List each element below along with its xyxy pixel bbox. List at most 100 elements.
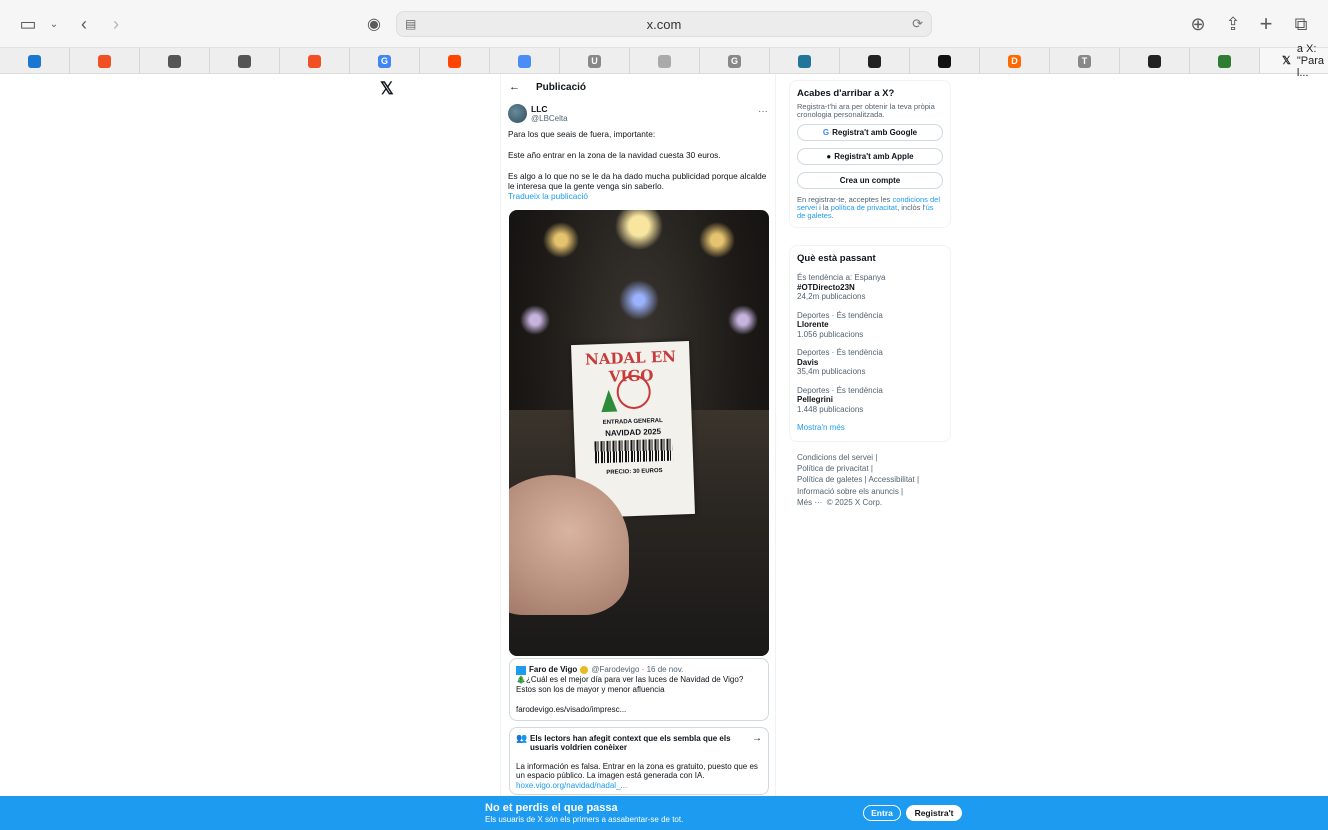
trend-count: 24,2m publicacions [797,292,866,301]
back-icon[interactable]: ‹ [72,12,96,36]
footer-link[interactable]: Accessibilitat [868,475,914,484]
active-tab[interactable]: 𝕏 a X: "Para l... [1260,43,1328,79]
footer-link[interactable]: Informació sobre els anuncis [797,487,899,496]
quoted-post[interactable]: Faro de Vigo @Farodevigo · 16 de nov. 🎄¿… [509,658,769,721]
note-title: Els lectors han afegit context que els s… [530,734,731,753]
back-arrow-icon[interactable]: ← [509,81,520,93]
quote-text: 🎄¿Cuál es el mejor día para ver las luce… [516,675,744,694]
note-link[interactable]: hoxe.vigo.org/navidad/nadal_... [516,781,762,790]
trend-context: Deportes · És tendència [797,348,883,357]
author-handle[interactable]: @LBCelta [531,114,568,123]
tab-overview-icon[interactable]: ⧉ [1289,12,1313,36]
new-tab-icon[interactable]: + [1254,11,1278,36]
quote-link[interactable]: farodevigo.es/visado/impresc... [516,705,762,715]
create-account-button[interactable]: Crea un compte [797,172,943,189]
address-bar[interactable]: ▤ x.com ⟳ [396,11,932,37]
post-image[interactable]: NADAL EN VIGO ENTRADA GENERAL NAVIDAD 20… [509,210,769,656]
quote-source: Faro de Vigo [529,665,578,674]
favorites-bar: G U G D T 𝕏 a X: "Para l... [0,43,1328,79]
faro-logo-icon [516,665,526,675]
favorite-item[interactable]: G [350,48,420,74]
chevron-down-icon[interactable]: ⌄ [42,12,66,36]
community-note: 👥 Els lectors han afegit context que els… [509,727,769,795]
footer-link[interactable]: Condicions del servei [797,453,873,462]
favorite-item[interactable] [840,48,910,74]
login-button[interactable]: Entra [863,805,901,821]
globe-icon[interactable]: ◉ [362,12,386,36]
arrow-right-icon[interactable]: → [752,733,762,743]
x-logo-icon[interactable]: 𝕏 [380,79,394,99]
url-text: x.com [646,17,682,32]
privacy-link[interactable]: política de privacitat [831,203,897,212]
google-icon: G [822,128,830,137]
post-paragraph: Es algo a lo que no se le da ha dado muc… [508,170,767,191]
post-paragraph: Este año entrar en la zona de la navidad… [508,149,721,160]
translate-icon[interactable]: ⟳ [912,16,923,32]
favorite-item[interactable]: D [980,48,1050,74]
favorite-item[interactable] [490,48,560,74]
footer-link[interactable]: Política de galetes [797,475,862,484]
browser-toolbar: ▭ ⌄ ‹ › ◉ ▤ x.com ⟳ ⊕ ⇪ + ⧉ [0,0,1328,48]
trend-count: 35,4m publicacions [797,367,866,376]
ny-icon [938,54,951,68]
post-author[interactable]: LLC @LBCelta ··· [508,104,768,124]
favorite-item[interactable] [0,48,70,74]
signup-subtitle: Registra-t'hi ara per obtenir la teva pr… [797,102,935,119]
copyright: © 2025 X Corp. [826,497,883,507]
instagram-icon [868,54,881,68]
right-sidebar: Acabes d'arribar a X? Registra-t'hi ara … [789,80,951,508]
note-body: La información es falsa. Entrar en la zo… [516,761,758,781]
ferris-wheel-icon [616,374,652,410]
favorite-item[interactable]: G [700,48,770,74]
page-title: Publicació [536,81,587,93]
terms-text: , inclòs l' [897,203,926,212]
favorite-item[interactable] [910,48,980,74]
favorite-item[interactable] [1190,48,1260,74]
favorite-item[interactable]: T [1050,48,1120,74]
apple-signup-button[interactable]: ● Registra't amb Apple [797,148,943,165]
microsoft-icon [98,54,111,68]
forward-icon[interactable]: › [104,12,128,36]
show-more-link[interactable]: Mostra'n més [797,423,943,432]
favorite-item[interactable] [280,48,350,74]
sidebar-toggle-icon[interactable]: ▭ [16,12,40,36]
author-name[interactable]: LLC [531,104,548,114]
footer-link[interactable]: Política de privacitat [797,464,869,473]
terms-text: . [831,211,834,220]
favorite-item[interactable] [70,48,140,74]
post-header: ← Publicació [501,74,775,100]
figure-icon [658,54,671,68]
banner-subtitle: Els usuaris de X són els primers a assab… [485,815,684,824]
translate-link[interactable]: Tradueix la publicació [508,191,770,201]
trend-item[interactable]: Deportes · És tendència Pellegrini 1.448… [797,386,943,415]
t-icon: T [1078,54,1091,68]
barcode [594,438,674,464]
avatar[interactable] [508,104,527,123]
google-signup-button[interactable]: G Registra't amb Google [797,124,943,141]
favorite-item[interactable] [420,48,490,74]
favorite-item[interactable] [140,48,210,74]
signup-terms: En registrar-te, acceptes les condicions… [797,196,943,220]
favorite-item[interactable] [1120,48,1190,74]
download-icon[interactable]: ⊕ [1186,12,1210,36]
trend-count: 1.056 publicacions [797,329,864,339]
favorite-item[interactable] [210,48,280,74]
trend-item[interactable]: És tendència a: Espanya #OTDirecto23N 24… [797,273,943,302]
post-text: Para los que seais de fuera, importante:… [508,129,770,202]
more-options-icon[interactable]: ··· [758,106,768,117]
trend-item[interactable]: Deportes · És tendència Llorente 1.056 p… [797,311,943,340]
share-icon[interactable]: ⇪ [1221,12,1245,36]
instagram-icon [1148,54,1161,68]
reddit-icon [448,54,461,68]
document-search-icon [168,54,181,68]
footer-more-link[interactable]: Més ··· [797,498,822,507]
favorite-item[interactable] [770,48,840,74]
outlook-icon [28,54,41,68]
favorite-item[interactable]: U [560,48,630,74]
christmas-tree-icon [600,389,618,413]
trends-card: Què està passant És tendència a: Espanya… [789,245,951,442]
gemini-icon [518,54,531,68]
trend-item[interactable]: Deportes · És tendència Davis 35,4m publ… [797,348,943,377]
register-button[interactable]: Registra't [906,805,962,821]
favorite-item[interactable] [630,48,700,74]
